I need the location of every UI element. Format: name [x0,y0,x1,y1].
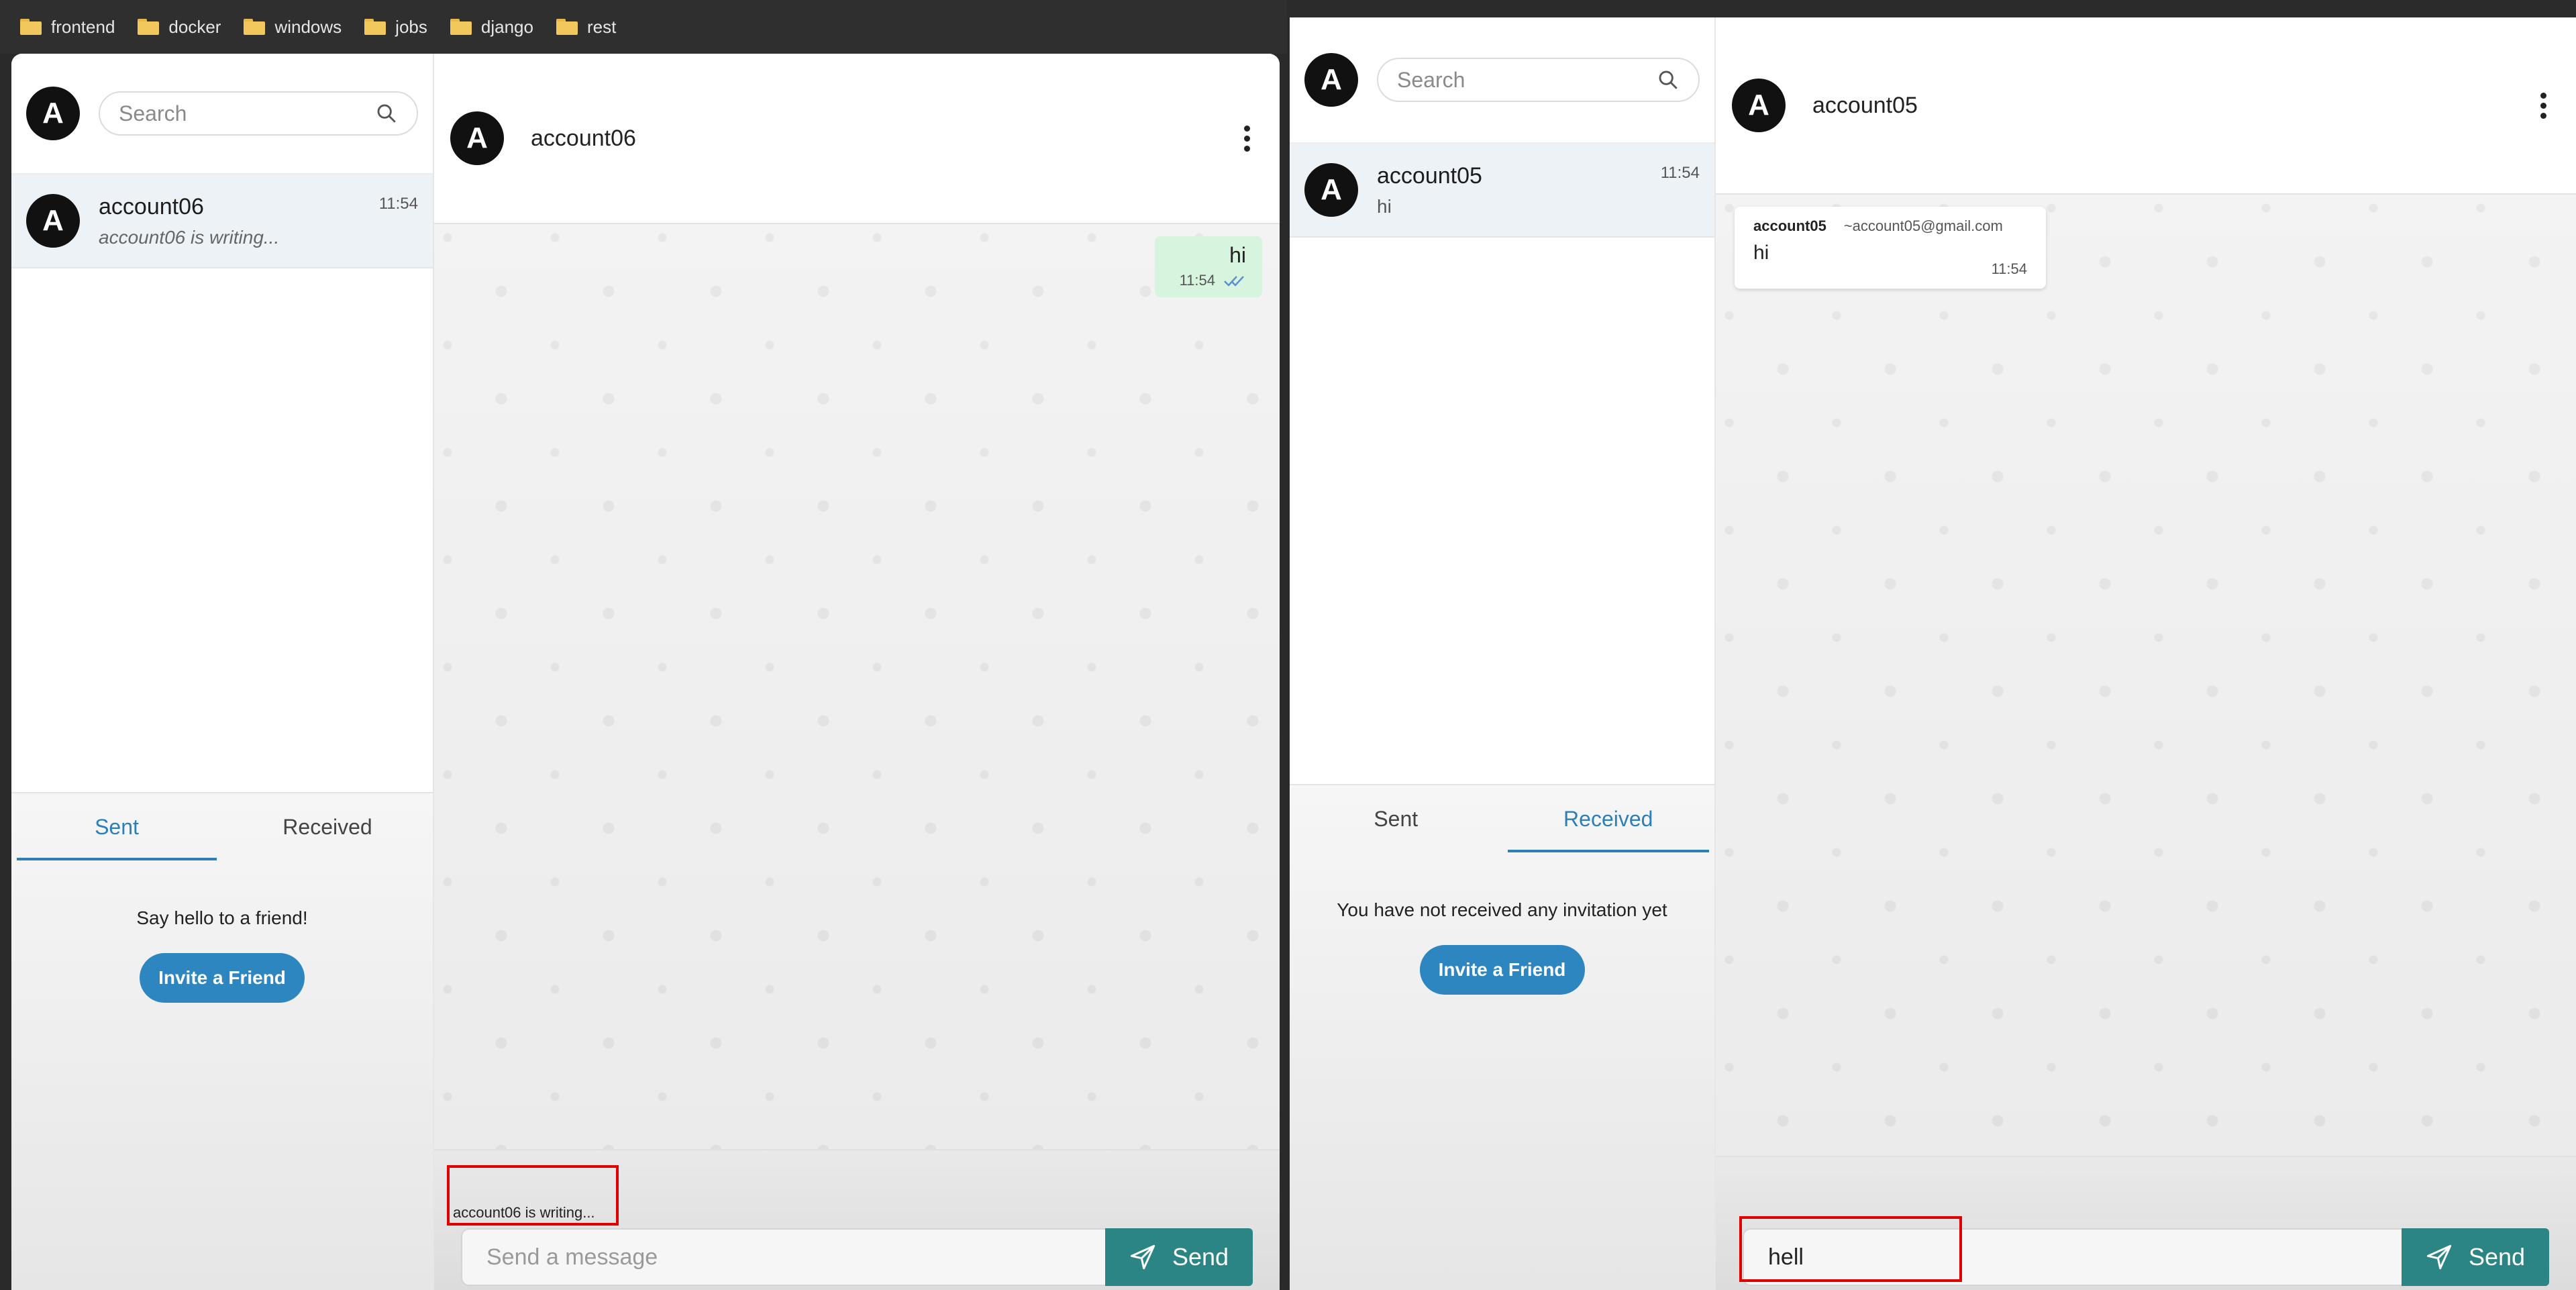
conversation-status: account06 is writing... [99,226,280,248]
invite-friend-button[interactable]: Invite a Friend [1419,945,1585,995]
message-input[interactable] [1743,1228,2402,1286]
sidebar: A Search A account06 account06 is writin… [11,54,434,1290]
folder-icon [364,19,387,35]
message-sender: account05 [1753,217,1826,234]
message-composer: account06 is writing... Send [434,1149,1280,1290]
folder-icon [450,19,472,35]
invite-friend-button[interactable]: Invite a Friend [140,953,305,1003]
folder-icon [138,19,160,35]
invitations-message: You have not received any invitation yet [1337,899,1667,920]
invitations-tabs: Sent Received [11,793,433,860]
send-label: Send [2468,1243,2526,1271]
search-placeholder: Search [119,101,187,126]
message-text: hi [1229,243,1246,267]
send-button[interactable]: Send [2402,1228,2549,1286]
chat-header: A account05 [1716,17,2576,195]
invitations-panel: Sent Received Say hello to a friend! Inv… [11,792,433,1290]
send-icon [1130,1244,1155,1270]
search-icon[interactable] [1657,68,1680,91]
bookmark-django[interactable]: django [450,17,533,38]
chat-title: account05 [1812,92,1918,118]
folder-icon [556,19,578,35]
avatar: A [26,194,80,248]
sidebar-header: A Search [11,54,433,175]
avatar[interactable]: A [26,87,80,140]
tab-sent[interactable]: Sent [1290,785,1502,852]
folder-icon [20,19,42,35]
conversation-item[interactable]: A account06 account06 is writing... 11:5… [11,175,433,268]
invitations-panel: Sent Received You have not received any … [1290,784,1714,1290]
typing-indicator: account06 is writing... [453,1204,595,1221]
message-list: hi 11:54 [434,224,1280,1149]
chat-panel: A account06 hi 11:54 account06 is writin… [434,54,1280,1290]
search-input[interactable]: Search [99,91,418,136]
conversation-item[interactable]: A account05 hi 11:54 [1290,144,1714,238]
bookmark-jobs[interactable]: jobs [364,17,427,38]
chat-title: account06 [531,125,636,151]
message-composer: Send [1716,1156,2576,1290]
invitations-tabs: Sent Received [1290,785,1714,852]
tab-received[interactable]: Received [1502,785,1715,852]
chat-panel: A account05 account05 ~account05@gmail.c… [1716,17,2576,1290]
avatar[interactable]: A [450,111,504,165]
tab-sent[interactable]: Sent [11,793,222,860]
chat-app-window-left: A Search A account06 account06 is writin… [11,54,1280,1290]
message-sender-email: ~account05@gmail.com [1843,217,2003,234]
bookmark-frontend[interactable]: frontend [20,17,115,38]
double-check-icon [1224,276,1244,287]
send-icon [2426,1244,2452,1270]
folder-icon [244,19,266,35]
invitations-message: Say hello to a friend! [136,907,308,928]
bookmark-windows[interactable]: windows [244,17,342,38]
chat-header: A account06 [434,54,1280,224]
avatar: A [1304,163,1358,217]
avatar[interactable]: A [1304,53,1358,107]
conversation-name: account06 [99,193,204,219]
bookmark-rest[interactable]: rest [556,17,616,38]
sidebar-header: A Search [1290,17,1714,144]
tab-received[interactable]: Received [222,793,433,860]
search-placeholder: Search [1397,67,1465,92]
conversation-time: 11:54 [378,195,418,213]
send-button[interactable]: Send [1105,1228,1253,1286]
received-message: account05 ~account05@gmail.com hi 11:54 [1735,207,2046,289]
message-time: 11:54 [1991,260,2027,277]
conversation-time: 11:54 [1660,164,1700,182]
sent-message: hi 11:54 [1155,236,1262,297]
message-time: 11:54 [1179,272,1215,289]
chat-app-window-right: A Search A account05 hi 11:54 Sent Recei… [1290,17,2576,1290]
conversation-last-message: hi [1377,195,1392,217]
avatar[interactable]: A [1732,79,1786,132]
bookmark-docker[interactable]: docker [138,17,221,38]
send-label: Send [1172,1243,1229,1271]
search-input[interactable]: Search [1377,58,1700,102]
message-list: account05 ~account05@gmail.com hi 11:54 [1716,195,2576,1156]
browser-top-strip [1287,0,2576,17]
search-icon[interactable] [375,102,398,125]
more-options-icon[interactable] [2540,92,2546,119]
message-input[interactable] [461,1228,1105,1286]
sidebar: A Search A account05 hi 11:54 Sent Recei… [1290,17,1716,1290]
conversation-name: account05 [1377,162,1482,189]
bookmarks-bar: frontend docker windows jobs django rest [0,0,1287,54]
more-options-icon[interactable] [1244,125,1250,152]
